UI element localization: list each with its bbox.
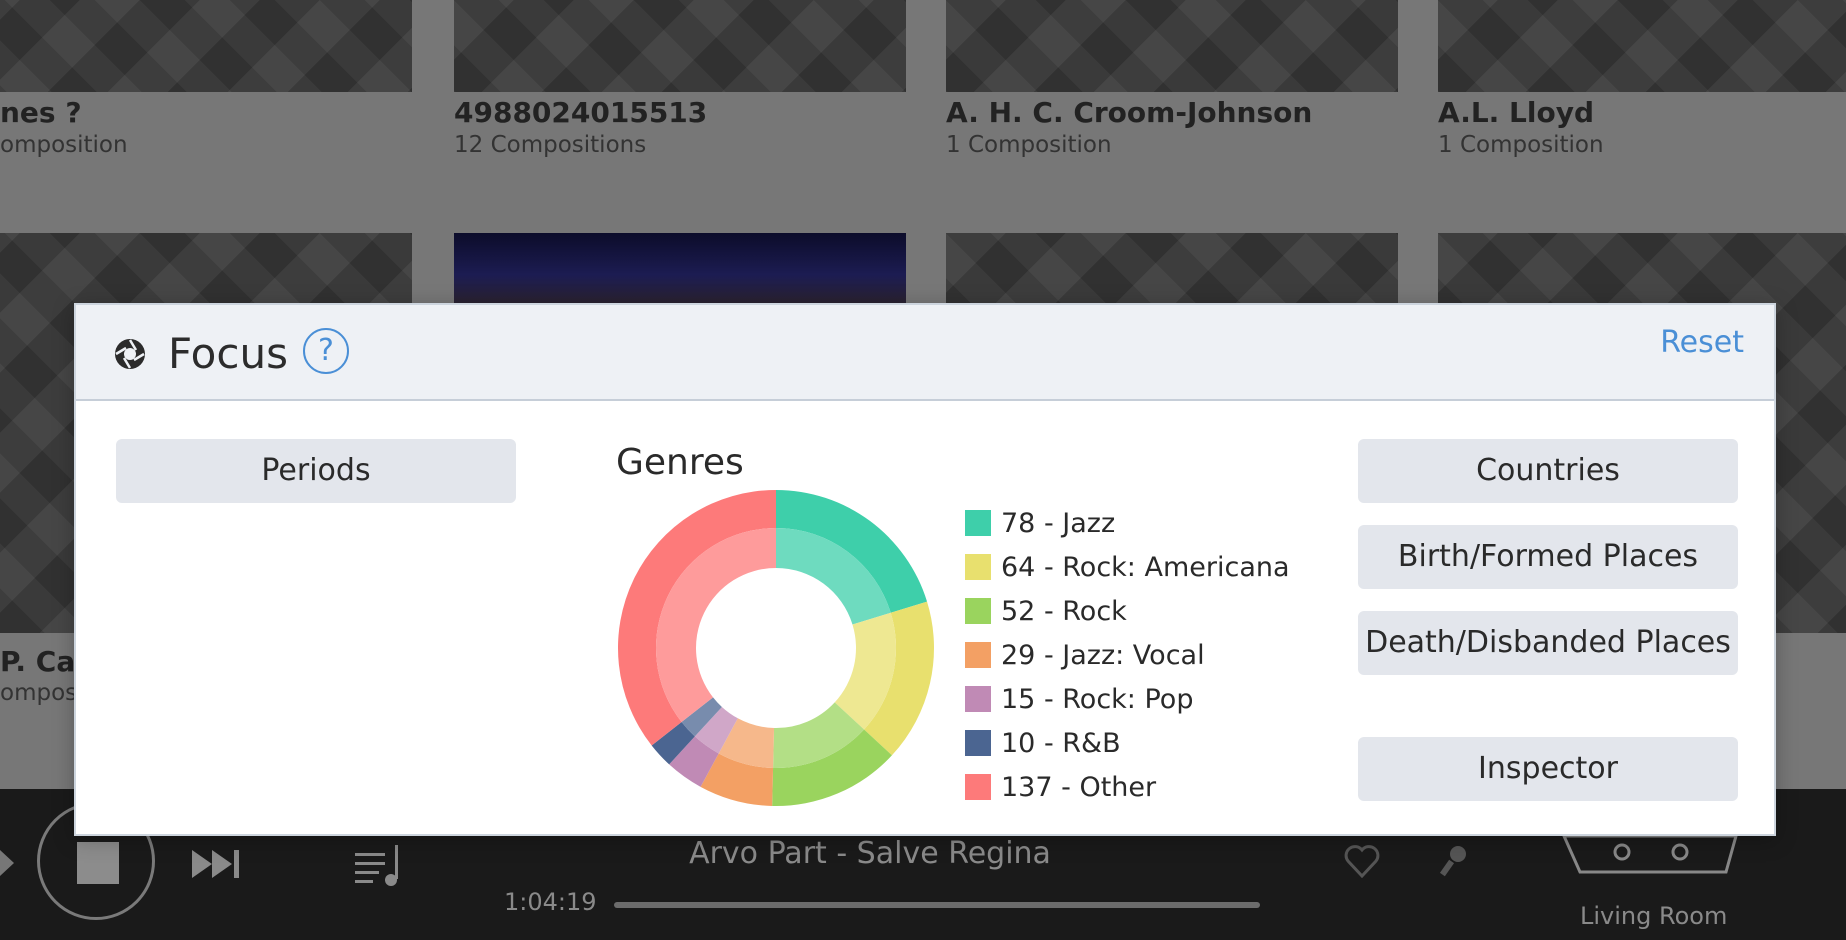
artist-name[interactable]: nes ? [0,96,82,129]
queue-icon[interactable] [355,845,409,887]
reset-button[interactable]: Reset [1660,325,1744,360]
progress-bar[interactable] [614,902,1260,908]
artist-tile[interactable] [0,0,412,92]
elapsed-time: 1:04:19 [504,888,597,916]
genres-legend: 78 - Jazz 64 - Rock: Americana 52 - Rock 29… [965,501,1290,809]
device-icon[interactable] [1560,832,1740,876]
legend-item[interactable]: 15 - Rock: Pop [965,677,1290,721]
artist-name[interactable]: A. H. C. Croom-Johnson [946,96,1312,129]
legend-label: 15 - Rock: Pop [1001,683,1194,715]
legend-item[interactable]: 29 - Jazz: Vocal [965,633,1290,677]
birth-formed-places-button[interactable]: Birth/Formed Places [1358,525,1738,589]
legend-swatch [965,510,991,536]
artist-tile[interactable] [454,0,906,92]
legend-label: 10 - R&B [1001,727,1121,759]
periods-button[interactable]: Periods [116,439,516,503]
dialog-title: Focus [168,329,288,378]
artist-count: 12 Compositions [454,132,647,158]
legend-swatch [965,598,991,624]
previous-icon[interactable] [0,850,14,876]
genres-heading: Genres [616,442,744,483]
genres-donut-chart[interactable] [616,488,936,808]
artist-tile[interactable] [946,233,1398,303]
legend-item[interactable]: 137 - Other [965,765,1290,809]
artist-tile[interactable] [946,0,1398,92]
legend-item[interactable]: 64 - Rock: Americana [965,545,1290,589]
aperture-icon [115,339,145,369]
heart-icon[interactable] [1344,844,1380,878]
legend-label: 137 - Other [1001,771,1157,803]
artist-count: 1 Composition [946,132,1112,158]
inspector-button[interactable]: Inspector [1358,737,1738,801]
artist-count: omposition [0,132,128,158]
stop-icon [77,842,119,884]
artist-name[interactable]: A.L. Lloyd [1438,96,1594,129]
countries-button[interactable]: Countries [1358,439,1738,503]
legend-swatch [965,554,991,580]
legend-swatch [965,774,991,800]
legend-label: 29 - Jazz: Vocal [1001,639,1205,671]
legend-item[interactable]: 10 - R&B [965,721,1290,765]
dialog-header: Focus ? Reset [76,305,1774,401]
focus-dialog: Focus ? Reset Periods Genres 78 - Jazz 64… [74,303,1776,836]
legend-swatch [965,686,991,712]
help-button[interactable]: ? [303,328,349,374]
artist-name[interactable]: 4988024015513 [454,96,707,129]
legend-swatch [965,642,991,668]
artist-photo[interactable] [454,233,906,303]
legend-label: 78 - Jazz [1001,507,1116,539]
death-disbanded-places-button[interactable]: Death/Disbanded Places [1358,611,1738,675]
legend-label: 64 - Rock: Americana [1001,551,1290,583]
now-playing-title[interactable]: Arvo Part - Salve Regina [620,836,1120,871]
artist-count: 1 Composition [1438,132,1604,158]
legend-item[interactable]: 78 - Jazz [965,501,1290,545]
mic-icon[interactable] [1440,844,1470,878]
zone-name[interactable]: Living Room [1580,902,1727,930]
artist-tile[interactable] [1438,0,1846,92]
legend-item[interactable]: 52 - Rock [965,589,1290,633]
next-icon[interactable] [192,850,244,878]
artist-count: ompos [0,680,78,706]
legend-swatch [965,730,991,756]
legend-label: 52 - Rock [1001,595,1127,627]
